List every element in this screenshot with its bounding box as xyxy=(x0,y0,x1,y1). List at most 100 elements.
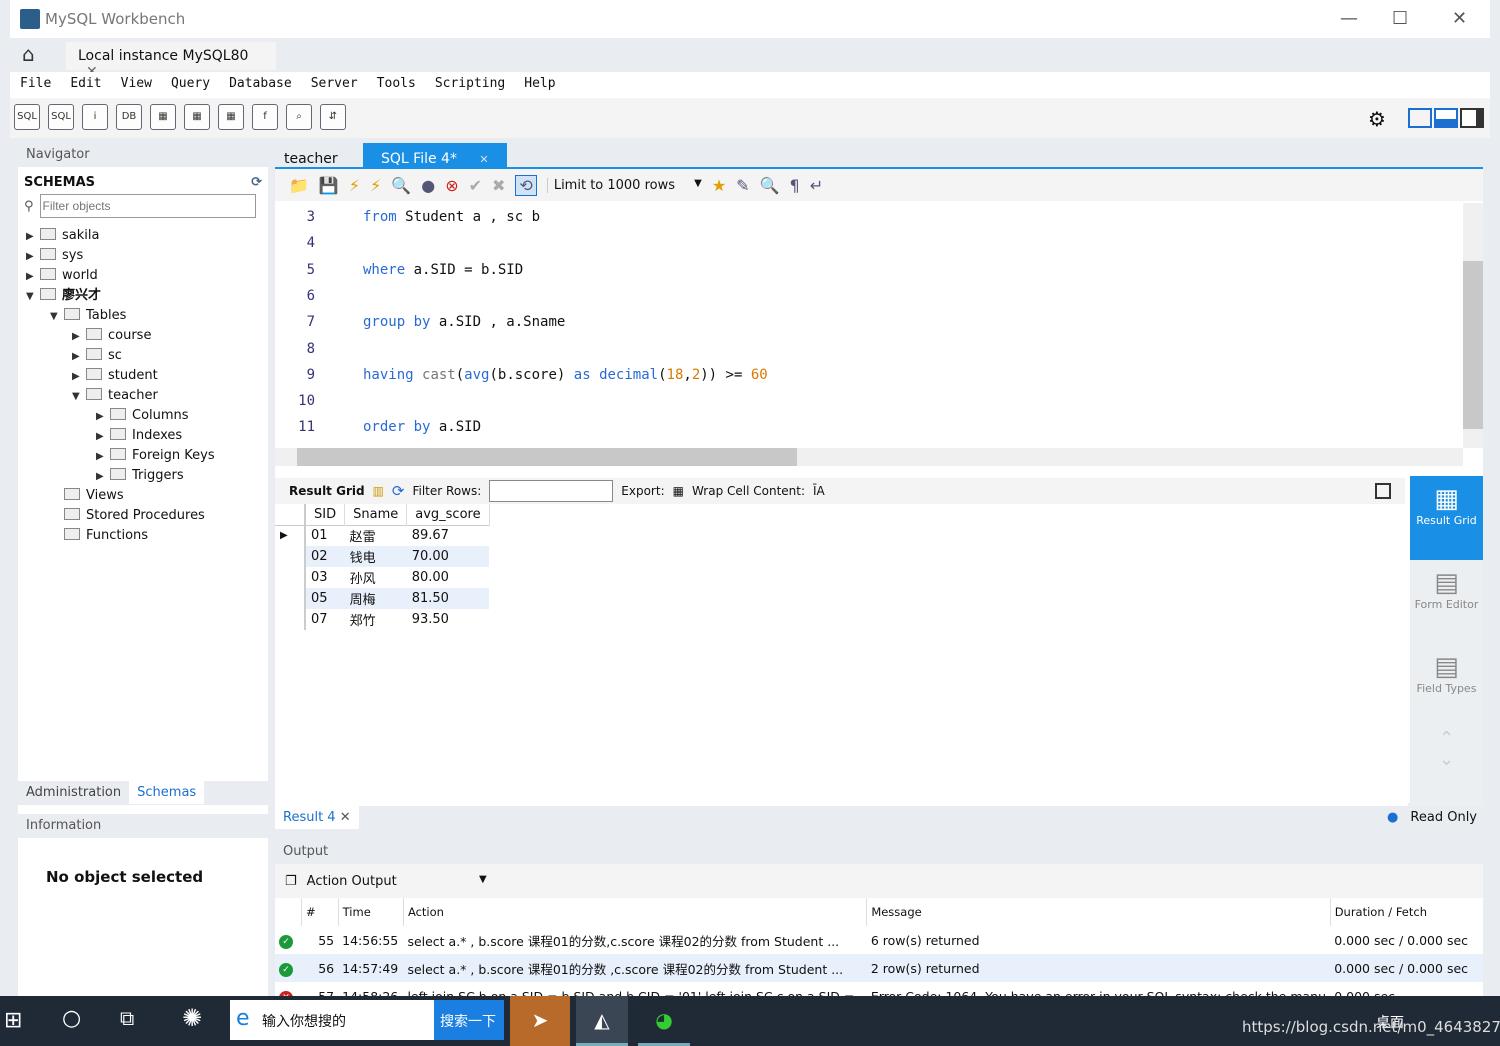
filter-objects-input[interactable] xyxy=(39,194,256,218)
menu-server[interactable]: Server xyxy=(301,72,367,91)
cell[interactable]: 05 xyxy=(305,588,345,609)
toggle-secondary-sidebar-icon[interactable] xyxy=(1460,108,1484,128)
row-selector[interactable] xyxy=(275,609,306,630)
collapsed-arrow-icon[interactable]: ▶ xyxy=(96,427,110,447)
tree-folder[interactable]: Views xyxy=(26,486,268,506)
table-row[interactable]: 02 钱电 70.00 xyxy=(275,546,490,567)
open-file-icon[interactable]: 📁 xyxy=(289,176,309,195)
wrap-cell-icon[interactable]: ĪA xyxy=(813,484,825,498)
explain-icon[interactable]: 🔍 xyxy=(391,176,411,195)
mysql-workbench-taskbar-icon[interactable]: ◭ xyxy=(576,996,628,1046)
create-procedure-icon[interactable]: ▦ xyxy=(218,104,244,130)
code-editor[interactable]: 3 from Student a , sc b 4 5 where a.SID = b.… xyxy=(275,201,1483,451)
collapsed-arrow-icon[interactable]: ▶ xyxy=(96,467,110,487)
close-tab-icon[interactable]: ✕ xyxy=(340,810,351,825)
limit-rows-select[interactable]: Limit to 1000 rows ▼ xyxy=(546,177,702,193)
output-column-header[interactable]: Time xyxy=(337,898,404,926)
collapsed-arrow-icon[interactable]: ▶ xyxy=(72,347,86,367)
tab-administration[interactable]: Administration xyxy=(18,781,129,804)
menu-edit[interactable]: Edit xyxy=(60,72,110,91)
tree-table-child[interactable]: ▶ Triggers xyxy=(26,466,268,486)
open-sql-icon[interactable]: SQL xyxy=(48,104,74,130)
tree-table[interactable]: ▶ course xyxy=(26,326,268,346)
collapsed-arrow-icon[interactable]: ▶ xyxy=(26,267,40,287)
cell[interactable]: 89.67 xyxy=(407,525,489,546)
wrap-icon[interactable]: ↵ xyxy=(810,176,823,195)
output-row[interactable]: ✓ 55 14:56:55 select a.* , b.score 课程01的分数… xyxy=(275,926,1483,954)
create-view-icon[interactable]: ▦ xyxy=(184,104,210,130)
tree-schema[interactable]: ▼ 廖兴才 xyxy=(26,286,268,306)
output-column-header[interactable]: Duration / Fetch xyxy=(1329,898,1483,926)
tree-schema[interactable]: ▶ sys xyxy=(26,246,268,266)
feishu-icon[interactable]: ➤ xyxy=(510,996,570,1046)
menu-tools[interactable]: Tools xyxy=(367,72,425,91)
find-icon[interactable]: 🔍 xyxy=(760,176,780,195)
cell[interactable]: 周梅 xyxy=(345,588,407,609)
tree-table-child[interactable]: ▶ Columns xyxy=(26,406,268,426)
row-selector[interactable] xyxy=(275,588,306,609)
toggle-output-icon[interactable] xyxy=(1434,108,1458,128)
cell[interactable]: 01 xyxy=(305,525,345,546)
new-sql-tab-icon[interactable]: SQL xyxy=(14,104,40,130)
grid-layout-icon[interactable]: ▥ xyxy=(373,484,384,498)
column-header[interactable]: SID xyxy=(305,504,346,525)
maximize-button[interactable]: ☐ xyxy=(1392,8,1408,29)
settings-icon[interactable]: ⚙ xyxy=(1368,107,1386,131)
field-types-button[interactable]: ▤ Field Types xyxy=(1410,644,1483,728)
tab-local-instance[interactable]: Local instance MySQL80 ✕ xyxy=(66,42,276,80)
output-type-select[interactable]: Action Output ▼ xyxy=(307,874,487,889)
collapsed-arrow-icon[interactable]: ▶ xyxy=(72,327,86,347)
app-icon[interactable]: ✺ xyxy=(182,1004,202,1032)
cell[interactable]: 赵雷 xyxy=(345,525,407,546)
collapsed-arrow-icon[interactable]: ▶ xyxy=(26,227,40,247)
tree-folder[interactable]: Stored Procedures xyxy=(26,506,268,526)
stop-icon[interactable]: ● xyxy=(421,176,435,195)
beautify-icon[interactable]: ✎ xyxy=(736,176,749,195)
expanded-arrow-icon[interactable]: ▼ xyxy=(26,287,40,307)
table-row[interactable]: ▶ 01 赵雷 89.67 xyxy=(275,525,489,546)
toggle-sidebar-icon[interactable] xyxy=(1408,108,1432,128)
menu-database[interactable]: Database xyxy=(219,72,301,91)
search-box[interactable]: e 输入你想搜的 xyxy=(230,1000,434,1040)
code-line[interactable]: group by a.SID , a.Sname xyxy=(363,314,565,330)
cell[interactable]: 郑竹 xyxy=(345,609,407,630)
code-line[interactable]: order by a.SID xyxy=(363,419,481,435)
inspector-icon[interactable]: i xyxy=(82,104,108,130)
invisible-chars-icon[interactable]: ¶ xyxy=(790,176,800,195)
row-selector[interactable] xyxy=(275,567,306,588)
form-editor-button[interactable]: ▤ Form Editor xyxy=(1410,560,1483,644)
rollback-icon[interactable]: ✖ xyxy=(492,176,505,195)
tree-table[interactable]: ▶ student xyxy=(26,366,268,386)
tree-table[interactable]: ▼ teacher xyxy=(26,386,268,406)
code-line[interactable]: from Student a , sc b xyxy=(363,209,540,225)
menu-file[interactable]: File xyxy=(10,72,60,91)
output-row[interactable]: ✓ 56 14:57:49 select a.* , b.score 课程01的分数… xyxy=(275,954,1483,982)
create-table-icon[interactable]: ▦ xyxy=(150,104,176,130)
home-icon[interactable]: ⌂ xyxy=(22,42,62,68)
create-schema-icon[interactable]: DB xyxy=(116,104,142,130)
search-table-icon[interactable]: ⌕ xyxy=(286,104,312,130)
cell[interactable]: 07 xyxy=(305,609,345,630)
close-tab-icon[interactable]: ✕ xyxy=(470,149,497,173)
collapsed-arrow-icon[interactable]: ▶ xyxy=(96,407,110,427)
table-row[interactable]: 05 周梅 81.50 xyxy=(275,588,490,609)
table-row[interactable]: 03 孙风 80.00 xyxy=(275,567,489,588)
code-line[interactable]: having cast(avg(b.score) as decimal(18,2… xyxy=(363,367,768,383)
menu-help[interactable]: Help xyxy=(514,72,564,91)
reconnect-icon[interactable]: ⇵ xyxy=(320,104,346,130)
cell[interactable]: 93.50 xyxy=(407,609,489,630)
cortana-icon[interactable]: ○ xyxy=(62,1006,81,1031)
row-selector[interactable]: ▶ xyxy=(275,525,306,546)
output-column-header[interactable]: # xyxy=(300,898,339,926)
menu-query[interactable]: Query xyxy=(161,72,219,91)
collapsed-arrow-icon[interactable]: ▶ xyxy=(96,447,110,467)
autocommit-icon[interactable]: ⟲ xyxy=(515,174,537,196)
code-line[interactable]: where a.SID = b.SID xyxy=(363,262,523,278)
toggle-panel-icon[interactable] xyxy=(1375,483,1391,499)
create-function-icon[interactable]: f xyxy=(252,104,278,130)
tab-teacher[interactable]: teacher xyxy=(275,147,363,171)
scroll-arrows-icon[interactable]: ⌃ ⌄ xyxy=(1410,728,1483,770)
cell[interactable]: 03 xyxy=(305,567,345,588)
refresh-icon[interactable]: ⟳ xyxy=(251,175,262,190)
execute-icon[interactable]: ⚡ xyxy=(349,176,360,195)
